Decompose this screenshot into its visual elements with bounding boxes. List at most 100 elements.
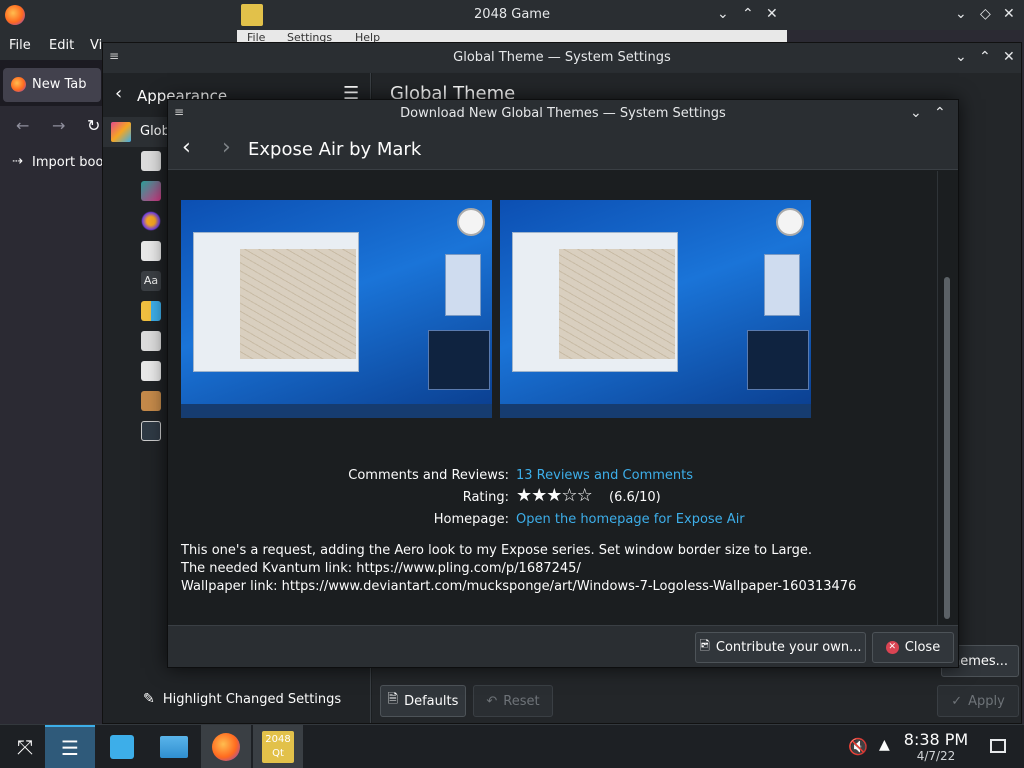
firefox-navbar: ← → ↻: [0, 106, 105, 148]
taskbar-firefox[interactable]: [201, 725, 251, 768]
preview-screenshot-2[interactable]: [500, 200, 811, 418]
preview-calculator-widget: [445, 254, 481, 316]
settings-maximize-icon[interactable]: ⌃: [979, 49, 991, 65]
defaults-label: Defaults: [404, 693, 459, 709]
rating-label: Rating:: [462, 490, 509, 505]
taskbar-discover[interactable]: [97, 725, 147, 768]
preview-screenshot-1[interactable]: [181, 200, 492, 418]
volume-muted-icon[interactable]: 🔇: [848, 737, 868, 756]
defaults-button[interactable]: 🗎 Defaults: [380, 685, 466, 717]
firefox-keep-above-icon[interactable]: ◇: [980, 6, 991, 22]
game-title: 2048 Game: [474, 7, 550, 22]
description: This one's a request, adding the Aero lo…: [181, 542, 931, 596]
back-chevron-icon[interactable]: ‹: [115, 83, 122, 104]
highlight-changed-label: Highlight Changed Settings: [162, 692, 342, 707]
star-empty-icon: ☆: [561, 485, 577, 506]
game-titlebar: 2048 Game ⌄ ⌃ ✕: [237, 0, 787, 30]
sidebar-item-label: Glob: [140, 124, 170, 139]
forward-arrow-icon[interactable]: →: [52, 116, 65, 135]
contribute-button[interactable]: 🖻 Contribute your own...: [695, 632, 866, 663]
firefox-icon: [212, 733, 240, 761]
import-bookmarks-icon: ⇢: [12, 154, 23, 169]
login-screen-icon[interactable]: [141, 421, 161, 441]
game-minimize-icon[interactable]: ⌄: [717, 6, 729, 22]
preview-calculator-widget: [764, 254, 800, 316]
settings-titlebar: ≡ Global Theme — System Settings ⌄ ⌃ ✕: [103, 43, 1021, 73]
comments-link[interactable]: 13 Reviews and Comments: [516, 468, 693, 483]
menu-edit[interactable]: Edit: [49, 38, 74, 53]
scrollbar-track[interactable]: [937, 171, 957, 626]
firefox-close-icon[interactable]: ✕: [1003, 6, 1015, 22]
window-decorations-icon[interactable]: [141, 241, 161, 261]
close-circle-icon: ✕: [885, 641, 899, 654]
settings-close-icon[interactable]: ✕: [1003, 49, 1015, 65]
comments-label: Comments and Reviews:: [348, 468, 509, 483]
clock[interactable]: 8:38 PM 4/7/22: [900, 730, 972, 763]
fonts-icon[interactable]: Aa: [141, 271, 161, 291]
firefox-logo-icon: [5, 5, 25, 25]
menu-file[interactable]: File: [9, 38, 31, 53]
clock-date: 4/7/22: [916, 749, 956, 763]
description-line: This one's a request, adding the Aero lo…: [181, 543, 812, 558]
plasma-style-icon[interactable]: [141, 211, 161, 231]
dialog-header: ‹ › Expose Air by Mark: [168, 128, 958, 170]
highlight-changed-button[interactable]: ✎ Highlight Changed Settings: [143, 691, 341, 707]
settings-window-title: Global Theme — System Settings: [453, 50, 671, 65]
back-icon[interactable]: ‹: [182, 135, 191, 160]
homepage-link[interactable]: Open the homepage for Expose Air: [516, 512, 745, 527]
rating-stars: ★★★☆☆: [516, 485, 593, 506]
tab-label: New Tab: [32, 77, 87, 92]
apply-button: ✓ Apply: [937, 685, 1019, 717]
star-filled-icon: ★: [516, 485, 532, 506]
reload-icon[interactable]: ↻: [87, 116, 100, 135]
scrollbar-thumb[interactable]: [944, 277, 950, 619]
tray-expand-icon[interactable]: ▲: [879, 737, 890, 753]
image-icon: 🖻: [699, 638, 710, 654]
contribute-label: Contribute your own...: [715, 640, 862, 655]
taskbar-file-manager[interactable]: [149, 725, 199, 768]
preview-media-widget: [747, 330, 809, 390]
app-launcher-icon[interactable]: ⤧: [0, 725, 50, 768]
taskbar: ⤧ ☰ 2048 Qt 🔇 ▲ 8:38 PM 4/7/22: [0, 724, 1024, 768]
preview-app-window: [193, 232, 359, 372]
cursors-icon[interactable]: [141, 331, 161, 351]
menu-view[interactable]: Vi: [90, 38, 102, 53]
dialog-window-title: Download New Global Themes — System Sett…: [400, 106, 726, 121]
forward-icon[interactable]: ›: [222, 135, 231, 160]
dialog-minimize-icon[interactable]: ⌄: [910, 105, 922, 121]
apply-check-icon: ✓: [951, 693, 963, 709]
application-style-icon[interactable]: [141, 181, 161, 201]
page-title: Expose Air by Mark: [248, 139, 422, 160]
reset-icon: ↶: [486, 693, 498, 709]
dialog-footer: 🖻 Contribute your own... ✕ Close: [168, 625, 958, 667]
preview-taskbar: [500, 404, 811, 418]
description-line: Wallpaper link: https://www.deviantart.c…: [181, 579, 857, 594]
game-maximize-icon[interactable]: ⌃: [742, 6, 754, 22]
star-empty-icon: ☆: [576, 485, 593, 506]
colors-icon[interactable]: [141, 151, 161, 171]
firefox-tab[interactable]: New Tab: [3, 68, 101, 102]
import-bookmarks-link[interactable]: Import boo: [32, 155, 103, 170]
splash-screen-icon[interactable]: [141, 361, 161, 381]
preview-media-widget: [428, 330, 490, 390]
icons-icon[interactable]: [141, 301, 161, 321]
description-line: The needed Kvantum link: https://www.pli…: [181, 561, 581, 576]
back-arrow-icon[interactable]: ←: [16, 116, 29, 135]
download-themes-dialog: ≡ Download New Global Themes — System Se…: [167, 99, 959, 668]
game-close-icon[interactable]: ✕: [766, 6, 778, 22]
preview-taskbar: [181, 404, 492, 418]
discover-bag-icon: [110, 735, 134, 759]
defaults-icon: 🗎: [387, 692, 399, 707]
boot-splash-icon[interactable]: [141, 391, 161, 411]
dialog-titlebar: ≡ Download New Global Themes — System Se…: [168, 100, 958, 128]
firefox-minimize-icon[interactable]: ⌄: [955, 6, 967, 22]
pen-icon: ✎: [143, 691, 155, 707]
show-desktop-icon[interactable]: [990, 739, 1006, 753]
dialog-maximize-icon[interactable]: ⌃: [934, 105, 946, 121]
taskbar-2048[interactable]: 2048 Qt: [253, 725, 303, 768]
reset-button: ↶ Reset: [473, 685, 553, 717]
taskbar-2048-label: 2048: [265, 734, 291, 745]
taskbar-system-settings[interactable]: ☰: [45, 725, 95, 768]
settings-minimize-icon[interactable]: ⌄: [955, 49, 967, 65]
close-button[interactable]: ✕ Close: [872, 632, 954, 663]
